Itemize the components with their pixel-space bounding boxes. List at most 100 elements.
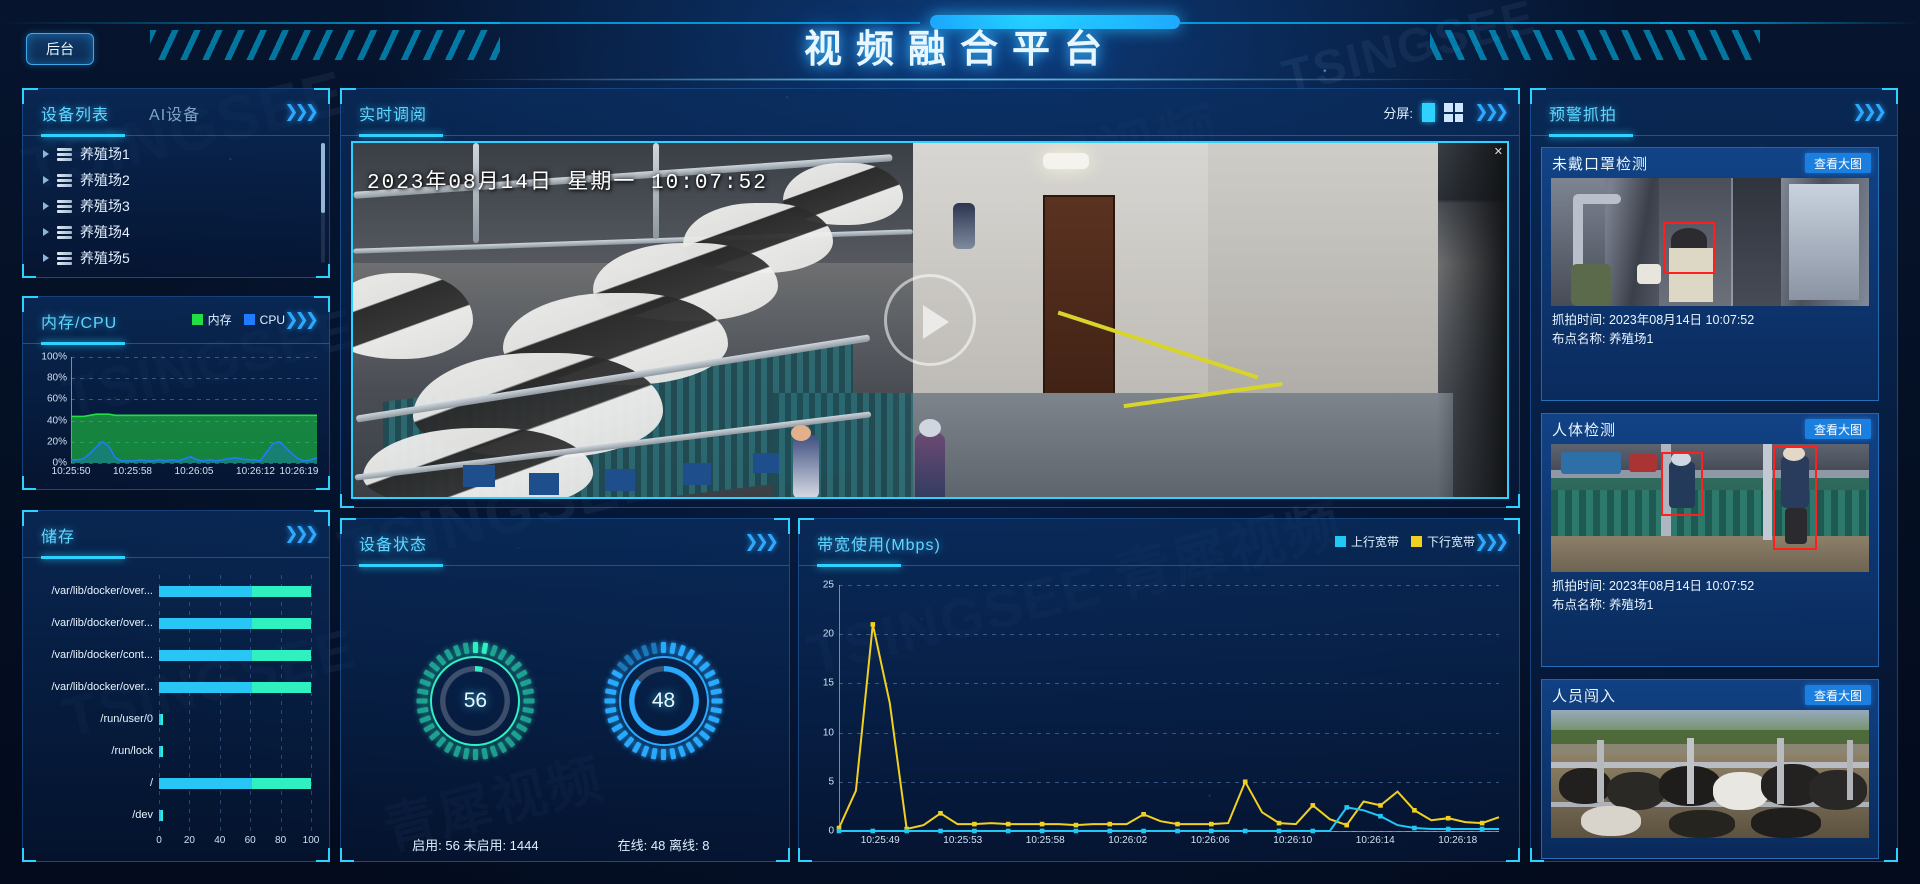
- alert-meta: 抓拍时间: 2023年08月14日 10:07:52 布点名称: 养殖场1: [1542, 306, 1878, 356]
- bar-total: [161, 809, 163, 821]
- device-list-more-icon[interactable]: ❯❯❯: [284, 102, 319, 122]
- expand-arrow-icon[interactable]: [43, 150, 49, 158]
- x-axis-tick: 80: [275, 835, 287, 846]
- expand-arrow-icon[interactable]: [43, 254, 49, 262]
- bar-total: [251, 681, 311, 693]
- table-row: [159, 809, 311, 821]
- view-large-image-button[interactable]: 查看大图: [1804, 685, 1871, 705]
- x-axis-tick: 20: [183, 835, 195, 846]
- alert-thumbnail[interactable]: [1551, 178, 1869, 306]
- alerts-more-icon[interactable]: ❯❯❯: [1852, 102, 1887, 122]
- bar-total: [251, 649, 311, 661]
- memory-cpu-legend: 内存 CPU: [191, 311, 285, 328]
- device-row[interactable]: 养殖场1: [33, 141, 321, 167]
- gridline: [159, 575, 160, 831]
- expand-arrow-icon[interactable]: [43, 228, 49, 236]
- tab-device-list[interactable]: 设备列表: [41, 101, 109, 125]
- alert-card-header: 未戴口罩检测 查看大图: [1542, 148, 1878, 178]
- alert-type-label: 未戴口罩检测: [1552, 155, 1649, 173]
- close-icon[interactable]: ✕: [1494, 145, 1503, 158]
- device-row[interactable]: 养殖场5: [33, 245, 321, 271]
- bandwidth-legend: 上行宽带 下行宽带: [1334, 533, 1475, 550]
- expand-arrow-icon[interactable]: [43, 176, 49, 184]
- live-video-title: 实时调阅: [359, 107, 428, 124]
- bar-category-label: /var/lib/docker/over...: [51, 681, 154, 693]
- device-name: 养殖场5: [80, 250, 130, 266]
- alert-type-label: 人体检测: [1552, 421, 1617, 439]
- header-glow: [430, 78, 1490, 81]
- bar-category-label: /run/user/0: [100, 713, 153, 725]
- bandwidth-series: [836, 622, 1500, 834]
- single-view-button[interactable]: [1422, 103, 1435, 122]
- quad-view-button[interactable]: [1444, 103, 1463, 122]
- bar-category-label: /: [149, 777, 153, 789]
- legend-label-memory: 内存: [207, 313, 232, 327]
- detection-box: [1773, 446, 1817, 550]
- server-icon: [57, 251, 72, 265]
- alert-card[interactable]: 人体检测 查看大图 抓拍时间: 2023年08月14日 10:07:52 布点名…: [1541, 413, 1879, 667]
- storage-title: 储存: [41, 529, 76, 546]
- dashboard-root: TSINGSEE TSINGSEE 青犀视频 TSINGSEE TSINGSEE…: [0, 0, 1920, 884]
- memory-cpu-title: 内存/CPU: [41, 315, 118, 332]
- legend-swatch-cpu: [243, 313, 255, 325]
- device-status-more-icon[interactable]: ❯❯❯: [744, 532, 779, 552]
- gauge-footer: 启用: 56 未启用: 1444: [412, 838, 539, 853]
- bandwidth-chart: 0 5 10 15 20 25 10:25:49 10:25:53 10:25:58 10:26:…: [809, 577, 1505, 851]
- device-row[interactable]: 养殖场2: [33, 167, 321, 193]
- x-axis-tick: 0: [156, 835, 162, 846]
- memory-cpu-chart: 0% 20% 40% 60% 80% 100% 10:25:50 10:25:58 10:26:…: [33, 351, 321, 481]
- device-row[interactable]: 养殖场6: [33, 271, 321, 273]
- alert-site-name: 布点名称: 养殖场1: [1552, 332, 1654, 346]
- alert-card-header: 人员闯入 查看大图: [1542, 680, 1878, 710]
- view-large-image-button[interactable]: 查看大图: [1804, 153, 1871, 173]
- device-row[interactable]: 养殖场3: [33, 193, 321, 219]
- live-video-more-icon[interactable]: ❯❯❯: [1474, 102, 1509, 122]
- bar-used: [159, 681, 252, 693]
- detection-box: [1663, 222, 1715, 274]
- x-axis-tick: 40: [214, 835, 226, 846]
- back-to-admin-button[interactable]: 后台: [26, 33, 94, 65]
- bandwidth-more-icon[interactable]: ❯❯❯: [1474, 532, 1509, 552]
- server-icon: [57, 225, 72, 239]
- device-list-items: 养殖场1 养殖场2 养殖场3 养殖场4 养殖场5: [33, 141, 321, 273]
- alert-card[interactable]: 人员闯入 查看大图: [1541, 679, 1879, 859]
- memory-cpu-more-icon[interactable]: ❯❯❯: [284, 310, 319, 330]
- gauge-footer: 在线: 48 离线: 8: [617, 838, 710, 853]
- play-button[interactable]: [884, 274, 976, 366]
- split-view-label: 分屏:: [1383, 106, 1413, 121]
- table-row: [159, 649, 311, 661]
- bandwidth-panel: 带宽使用(Mbps) 上行宽带 下行宽带 ❯❯❯ 0 5 10 15 20 25 10:25…: [798, 518, 1520, 862]
- legend-label-downstream: 下行宽带: [1426, 535, 1475, 549]
- detection-box: [1661, 452, 1703, 516]
- video-player[interactable]: 2023年08月14日 星期一 10:07:52 ✕: [351, 141, 1509, 499]
- device-row[interactable]: 养殖场4: [33, 219, 321, 245]
- bandwidth-title: 带宽使用(Mbps): [817, 537, 941, 554]
- gridline: [189, 575, 191, 831]
- expand-arrow-icon[interactable]: [43, 202, 49, 210]
- legend-swatch-memory: [191, 314, 203, 325]
- page-title: 视频融合平台: [803, 29, 1116, 71]
- table-row: [159, 713, 311, 725]
- storage-more-icon[interactable]: ❯❯❯: [284, 524, 319, 544]
- legend-swatch-downstream: [1410, 536, 1422, 547]
- gauge: 48: [604, 642, 723, 760]
- alerts-panel: 预警抓拍 ❯❯❯ 未戴口罩检测 查看大图 抓拍时间: 2023年08月14日 1…: [1530, 88, 1898, 862]
- bar-total: [251, 777, 311, 789]
- bar-category-label: /var/lib/docker/over...: [51, 585, 154, 597]
- alert-thumbnail[interactable]: [1551, 444, 1869, 572]
- gridline: [250, 575, 252, 831]
- alert-site-name: 布点名称: 养殖场1: [1552, 598, 1654, 612]
- alert-card[interactable]: 未戴口罩检测 查看大图 抓拍时间: 2023年08月14日 10:07:52 布: [1541, 147, 1879, 401]
- view-large-image-button[interactable]: 查看大图: [1804, 419, 1871, 439]
- device-list-scrollbar[interactable]: [321, 143, 325, 263]
- tab-ai-device[interactable]: AI设备: [149, 101, 200, 125]
- legend-label-upstream: 上行宽带: [1350, 535, 1399, 549]
- server-icon: [57, 199, 72, 213]
- bar-used: [159, 649, 252, 661]
- alert-capture-time: 抓拍时间: 2023年08月14日 10:07:52: [1552, 579, 1755, 593]
- bar-used: [159, 617, 252, 629]
- x-axis-tick: 60: [244, 835, 256, 846]
- alert-thumbnail[interactable]: [1551, 710, 1869, 838]
- bar-used: [159, 745, 162, 757]
- bar-category-label: /run/lock: [111, 745, 153, 757]
